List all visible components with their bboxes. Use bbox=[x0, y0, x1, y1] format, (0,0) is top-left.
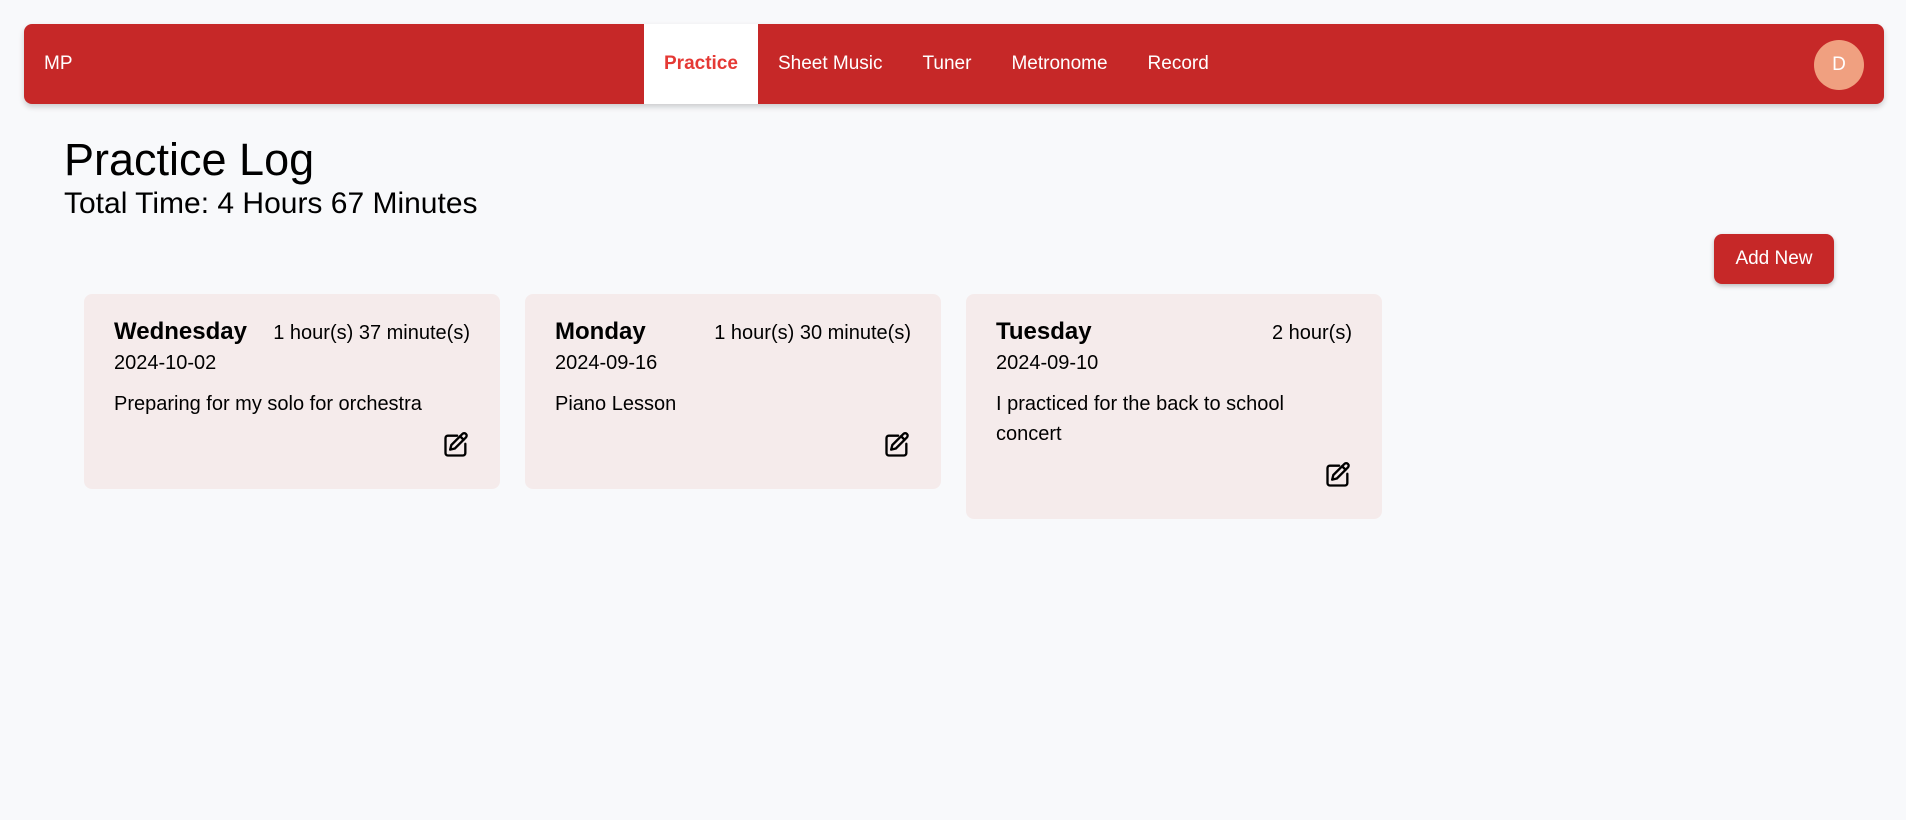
nav-item-tuner[interactable]: Tuner bbox=[903, 24, 992, 104]
card-footer bbox=[555, 419, 911, 489]
user-avatar[interactable]: D bbox=[1814, 40, 1864, 90]
entry-day: Monday bbox=[555, 318, 646, 345]
card-footer bbox=[996, 449, 1352, 519]
edit-icon[interactable] bbox=[1324, 461, 1352, 489]
total-practice-time: Total Time: 4 Hours 67 Minutes bbox=[64, 187, 478, 220]
entry-day: Tuesday bbox=[996, 318, 1092, 345]
entry-note: Preparing for my solo for orchestra bbox=[114, 393, 422, 415]
add-new-button[interactable]: Add New bbox=[1714, 234, 1834, 284]
top-navbar: MP Practice Sheet Music Tuner Metronome … bbox=[24, 24, 1884, 104]
entry-day: Wednesday bbox=[114, 318, 247, 345]
edit-icon[interactable] bbox=[442, 431, 470, 459]
card-header: Tuesday 2 hour(s) bbox=[996, 318, 1352, 346]
practice-entry-card: Monday 1 hour(s) 30 minute(s) 2024-09-16… bbox=[525, 294, 941, 489]
card-header: Monday 1 hour(s) 30 minute(s) bbox=[555, 318, 911, 346]
edit-icon[interactable] bbox=[883, 431, 911, 459]
nav-links: Practice Sheet Music Tuner Metronome Rec… bbox=[644, 24, 1229, 104]
entry-duration: 2 hour(s) bbox=[1271, 322, 1352, 344]
entry-date: 2024-10-02 bbox=[114, 352, 217, 374]
card-footer bbox=[114, 419, 470, 489]
practice-entry-card: Tuesday 2 hour(s) 2024-09-10 I practiced… bbox=[966, 294, 1382, 519]
entry-date: 2024-09-16 bbox=[555, 352, 658, 374]
nav-item-metronome[interactable]: Metronome bbox=[991, 24, 1127, 104]
brand-logo[interactable]: MP bbox=[44, 24, 73, 104]
entry-duration: 1 hour(s) 37 minute(s) bbox=[273, 322, 470, 344]
card-header: Wednesday 1 hour(s) 37 minute(s) bbox=[114, 318, 470, 346]
practice-entries-list: Wednesday 1 hour(s) 37 minute(s) 2024-10… bbox=[84, 294, 1382, 519]
nav-item-practice[interactable]: Practice bbox=[644, 24, 758, 104]
nav-item-record[interactable]: Record bbox=[1128, 24, 1229, 104]
practice-entry-card: Wednesday 1 hour(s) 37 minute(s) 2024-10… bbox=[84, 294, 500, 489]
page-title: Practice Log bbox=[64, 134, 315, 185]
nav-item-sheet-music[interactable]: Sheet Music bbox=[758, 24, 903, 104]
entry-duration: 1 hour(s) 30 minute(s) bbox=[714, 322, 911, 344]
entry-note: Piano Lesson bbox=[555, 393, 677, 415]
entry-date: 2024-09-10 bbox=[996, 352, 1099, 374]
entry-note: I practiced for the back to school conce… bbox=[996, 393, 1284, 445]
